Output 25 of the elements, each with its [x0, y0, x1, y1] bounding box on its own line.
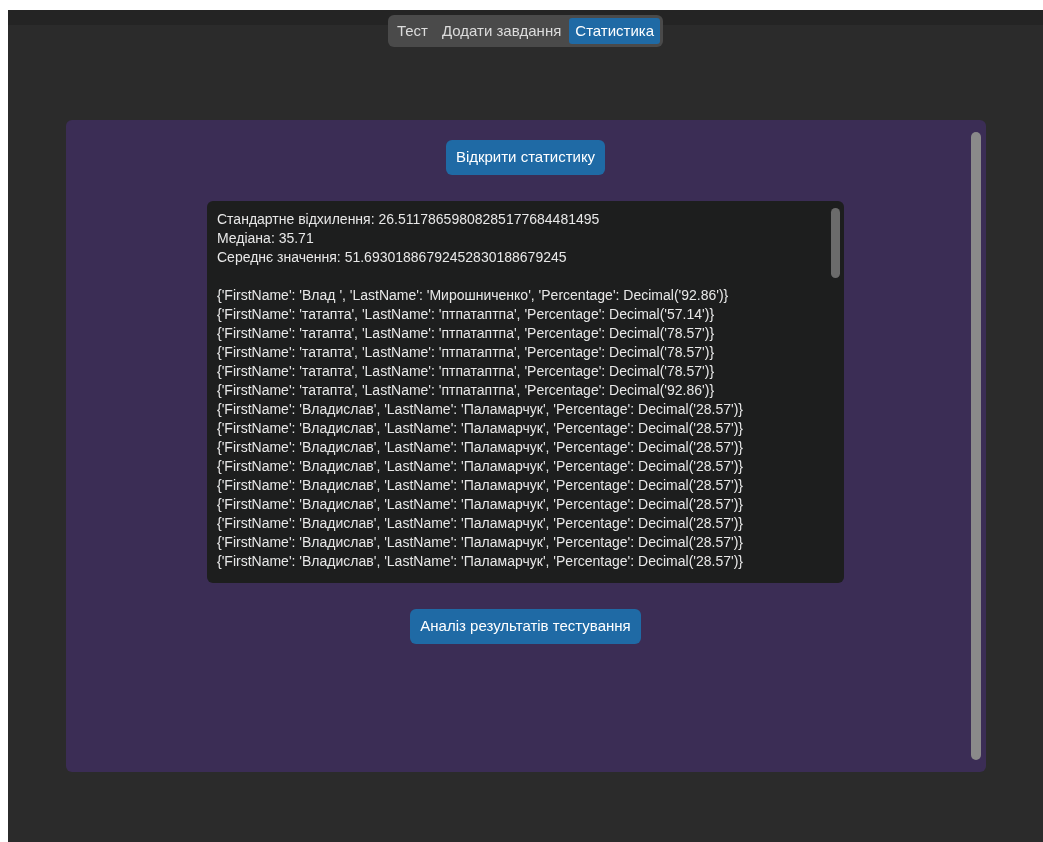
record-line: {'FirstName': 'Влад ', 'LastName': 'Мирошниченко', 'Percentage': Decimal('92.86')}	[217, 286, 729, 305]
tab[interactable]: Тест	[390, 18, 434, 44]
record-line: {'FirstName': 'татапта', 'LastName': 'птпатаптпа', 'Percentage': Decimal('57.14')}	[217, 305, 715, 324]
record-line: {'FirstName': 'Владислав', 'LastName': 'Паламарчук', 'Percentage': Decimal('28.57')}	[217, 495, 743, 514]
record-line: {'FirstName': 'Владислав', 'LastName': 'Паламарчук', 'Percentage': Decimal('28.57')}	[217, 552, 743, 571]
record-line: {'FirstName': 'Владислав', 'LastName': 'Паламарчук', 'Percentage': Decimal('28.57')}	[217, 476, 743, 495]
tab[interactable]: Статистика	[569, 18, 661, 44]
statistic-line: Середнє значення: 51.69301886792452830188679245	[217, 248, 567, 267]
scrollbar-icon	[970, 132, 981, 760]
record-line: {'FirstName': 'Владислав', 'LastName': 'Паламарчук', 'Percentage': Decimal('28.57')}	[217, 400, 743, 419]
statistic-line: Стандартне відхилення: 26.51178659808285177684481495	[217, 210, 600, 229]
record-line: {'FirstName': 'татапта', 'LastName': 'птпатаптпа', 'Percentage': Decimal('92.86')}	[217, 381, 715, 400]
scrollbar-icon	[831, 208, 840, 278]
record-line: {'FirstName': 'Владислав', 'LastName': 'Паламарчук', 'Percentage': Decimal('28.57')}	[217, 457, 743, 476]
record-line: {'FirstName': 'Владислав', 'LastName': 'Паламарчук', 'Percentage': Decimal('28.57')}	[217, 533, 743, 552]
record-line: {'FirstName': 'Владислав', 'LastName': 'Паламарчук', 'Percentage': Decimal('28.57')}	[217, 419, 743, 438]
record-line: {'FirstName': 'татапта', 'LastName': 'птпатаптпа', 'Percentage': Decimal('78.57')}	[217, 343, 715, 362]
open-statistics-button[interactable]: Відкрити статистику	[445, 140, 606, 175]
analyze-results-button[interactable]: Аналіз результатів тестування	[410, 609, 641, 644]
tab[interactable]: Додати завдання	[435, 18, 568, 44]
record-line: {'FirstName': 'Владислав', 'LastName': 'Паламарчук', 'Percentage': Decimal('28.57')}	[217, 514, 743, 533]
record-line: {'FirstName': 'Владислав', 'LastName': 'Паламарчук', 'Percentage': Decimal('28.57')}	[217, 438, 743, 457]
statistic-line: Медіана: 35.71	[217, 229, 314, 248]
record-line: {'FirstName': 'татапта', 'LastName': 'птпатаптпа', 'Percentage': Decimal('78.57')}	[217, 324, 715, 343]
record-line: {'FirstName': 'татапта', 'LastName': 'птпатаптпа', 'Percentage': Decimal('78.57')}	[217, 362, 715, 381]
